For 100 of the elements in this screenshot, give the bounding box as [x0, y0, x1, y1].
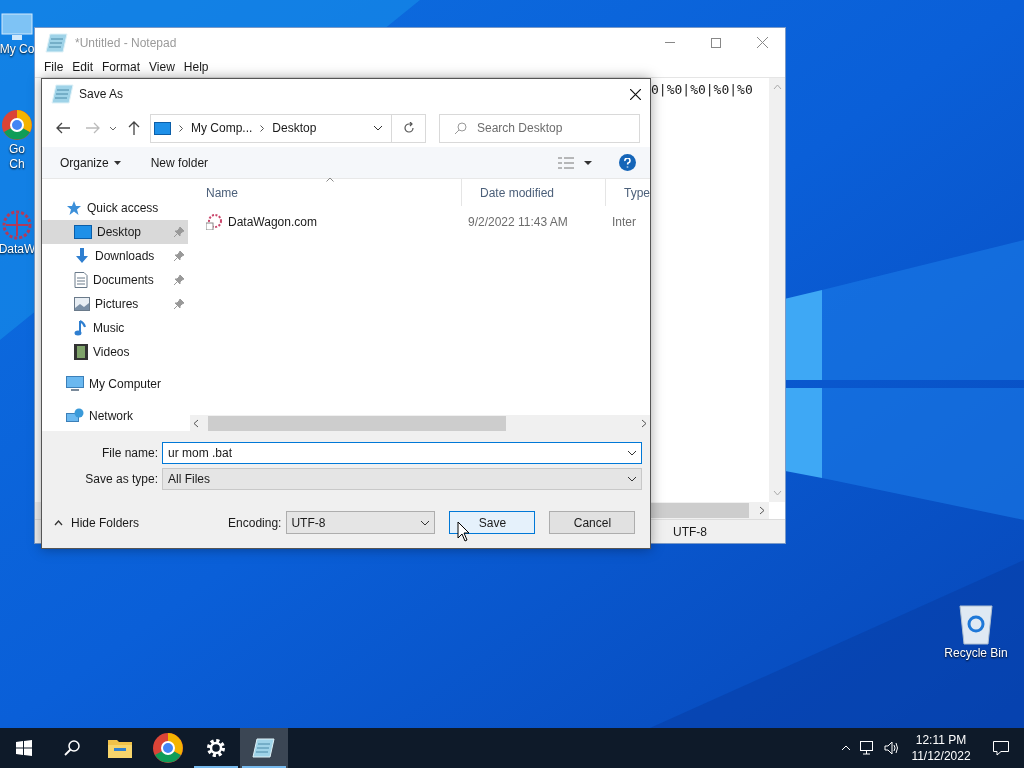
- chevron-down-icon: [627, 450, 637, 456]
- recycle-bin-icon: [956, 602, 996, 646]
- running-indicator: [194, 766, 238, 768]
- speech-bubble-icon: [993, 740, 1009, 756]
- scroll-right-icon: [641, 418, 647, 428]
- icon-label[interactable]: My Co: [0, 42, 35, 57]
- icon-label[interactable]: DataW: [0, 242, 36, 257]
- menu-item[interactable]: View: [145, 58, 179, 76]
- nav-item[interactable]: Music: [42, 316, 188, 340]
- browser-icon: [151, 731, 185, 765]
- speaker-icon: [884, 741, 900, 755]
- monitor-icon: [0, 12, 34, 42]
- file-name: DataWagon.com: [228, 214, 317, 231]
- notepad-icon: [252, 737, 276, 759]
- icon-label[interactable]: Go: [9, 142, 25, 157]
- menu-item[interactable]: File: [40, 58, 68, 76]
- network-grid-icon: [0, 208, 34, 242]
- chevron-up-icon: [54, 519, 63, 526]
- save-button[interactable]: Save: [449, 511, 536, 534]
- separator-icon: [179, 124, 183, 132]
- icon-label[interactable]: Ch: [9, 157, 25, 172]
- organize-button[interactable]: Organize: [60, 153, 121, 172]
- desktop-icon: [74, 225, 92, 239]
- menu-item[interactable]: Edit: [68, 58, 98, 76]
- music-note-icon: [74, 320, 88, 336]
- menu-item[interactable]: Help: [179, 58, 213, 76]
- search-icon: [64, 740, 80, 756]
- hide-folders-button[interactable]: Hide Folders: [54, 513, 140, 532]
- status-encoding: UTF-8: [673, 523, 707, 541]
- star-icon: [66, 200, 82, 216]
- notepad-icon: [45, 31, 69, 54]
- icon-label[interactable]: Recycle Bin: [944, 646, 1008, 661]
- folder-icon: [108, 738, 132, 758]
- menu-item[interactable]: Format: [98, 58, 145, 76]
- help-button[interactable]: [619, 154, 636, 171]
- question-mark-icon: [624, 157, 631, 168]
- chevron-up-icon: [841, 745, 851, 751]
- maximize-icon: [711, 37, 721, 48]
- recent-locations-button[interactable]: [107, 125, 119, 131]
- scroll-down-icon: [772, 490, 782, 496]
- forward-arrow-icon: [86, 122, 100, 134]
- file-type: Inter: [611, 214, 636, 231]
- nav-item[interactable]: Documents: [42, 268, 188, 292]
- dialog-title: Save As: [79, 86, 124, 103]
- scroll-right-icon: [759, 506, 765, 515]
- document-icon: [74, 272, 88, 288]
- mouse-pointer-icon: [457, 521, 470, 542]
- nav-item[interactable]: Network: [42, 404, 188, 428]
- dropdown-arrow-icon: [113, 160, 121, 165]
- notepad-icon: [51, 83, 75, 105]
- network-icon: [66, 408, 84, 424]
- nav-item[interactable]: Desktop: [42, 220, 188, 244]
- up-arrow-icon: [128, 121, 140, 135]
- download-arrow-icon: [74, 248, 90, 264]
- nav-item[interactable]: Downloads: [42, 244, 188, 268]
- cancel-button[interactable]: Cancel: [549, 511, 636, 534]
- running-indicator: [242, 766, 286, 768]
- browser-icon: [0, 108, 34, 142]
- nav-item[interactable]: Quick access: [42, 196, 188, 220]
- film-icon: [74, 344, 88, 360]
- field-label: Save as type:: [84, 471, 159, 488]
- windows-logo-icon: [16, 740, 32, 756]
- chevron-down-icon: [627, 476, 637, 482]
- nav-item[interactable]: My Computer: [42, 372, 188, 396]
- column-header[interactable]: Name: [188, 179, 461, 206]
- breadcrumb-item[interactable]: My Comp...: [191, 119, 253, 137]
- chevron-down-icon: [373, 125, 383, 131]
- search-box[interactable]: Search Desktop: [439, 113, 640, 143]
- new-folder-button[interactable]: New folder: [150, 153, 209, 172]
- search-field[interactable]: Search Desktop: [477, 119, 617, 137]
- minimize-icon: [665, 42, 675, 43]
- column-header[interactable]: Type: [605, 179, 650, 206]
- picture-icon: [74, 297, 90, 311]
- taskbar-button[interactable]: [240, 728, 288, 768]
- back-arrow-icon: [56, 122, 70, 134]
- field-label: File name:: [100, 445, 159, 462]
- nav-item[interactable]: Pictures: [42, 292, 188, 316]
- view-options-button[interactable]: [558, 156, 592, 169]
- file-name-field[interactable]: ur mom .bat: [162, 442, 642, 464]
- list-view-icon: [558, 156, 574, 169]
- text-content: 0|%0|%0|%0|%0: [651, 82, 753, 97]
- window-title: *Untitled - Notepad: [75, 34, 177, 52]
- column-header[interactable]: Date modified: [461, 179, 605, 206]
- refresh-button[interactable]: [392, 113, 426, 143]
- file-row[interactable]: DataWagon.com 9/2/2022 11:43 AM Inter: [188, 211, 650, 233]
- encoding-dropdown[interactable]: UTF-8: [286, 511, 436, 534]
- shortcut-file-icon: [206, 214, 222, 230]
- chevron-down-icon: [420, 519, 431, 526]
- field-label: Encoding:: [228, 514, 282, 532]
- nav-item[interactable]: Videos: [42, 340, 188, 364]
- desktop-icon: [154, 121, 171, 135]
- separator-icon: [260, 124, 265, 132]
- monitor-icon: [860, 741, 876, 755]
- file-date: 9/2/2022 11:43 AM: [467, 214, 569, 231]
- dropdown-arrow-icon: [584, 160, 592, 165]
- monitor-icon: [66, 376, 84, 392]
- file-type-dropdown[interactable]: All Files: [162, 468, 642, 490]
- breadcrumb-item[interactable]: Desktop: [272, 119, 317, 137]
- address-bar[interactable]: My Comp... Desktop: [150, 113, 392, 143]
- clock[interactable]: 12:11 PM 11/12/2022: [904, 732, 978, 764]
